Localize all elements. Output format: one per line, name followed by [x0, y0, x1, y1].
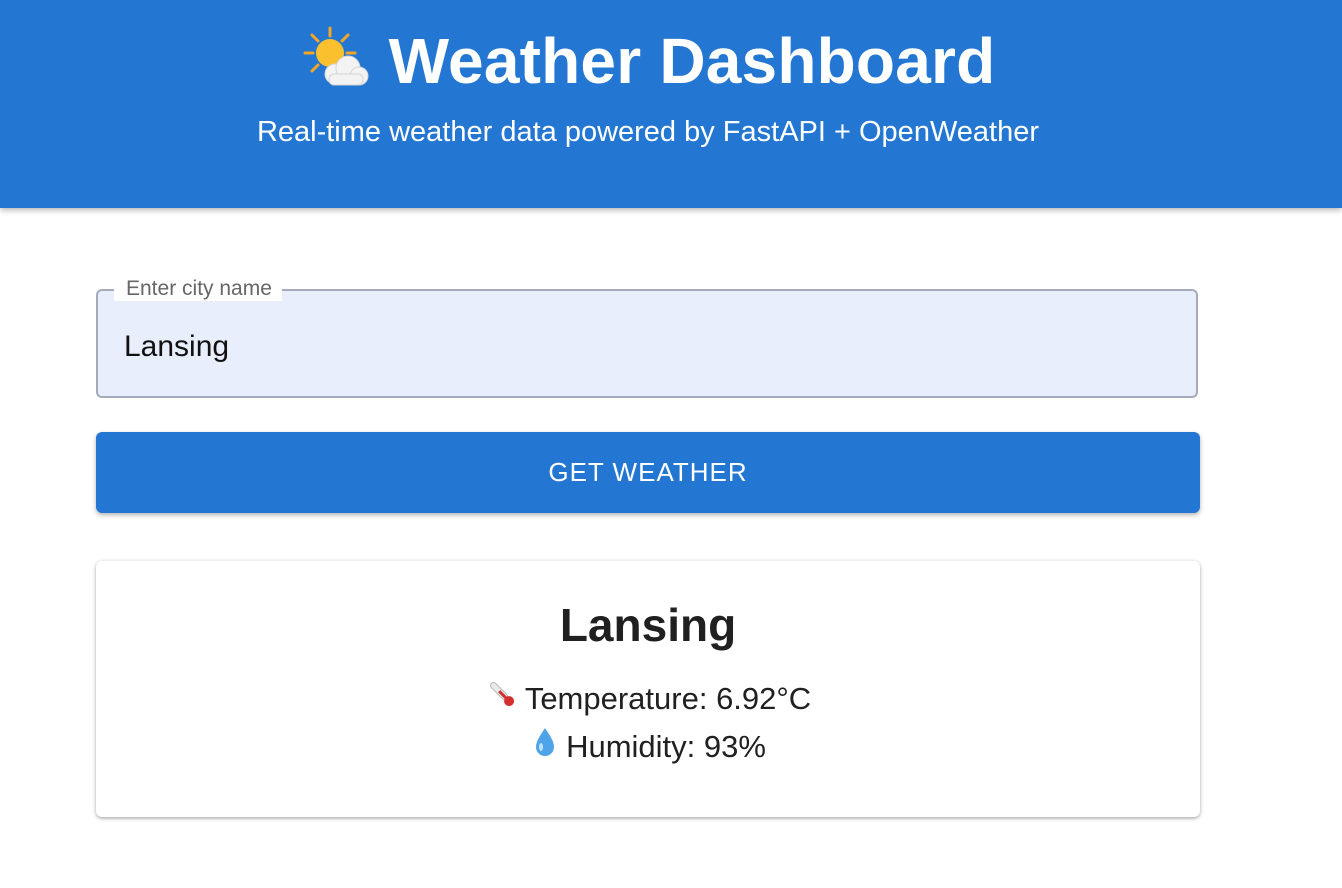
page-title: Weather Dashboard: [388, 25, 996, 97]
city-field[interactable]: Enter city name: [96, 277, 1198, 398]
weather-result-card: Lansing Temperature: 6.92°C Humidity: 93…: [96, 561, 1200, 817]
temperature-text: Temperature: 6.92°C: [524, 681, 812, 716]
thermometer-icon: [485, 677, 519, 721]
humidity-row: Humidity: 93%: [96, 725, 1200, 769]
result-city-name: Lansing: [559, 599, 737, 651]
humidity-text: Humidity: 93%: [566, 729, 766, 764]
get-weather-button[interactable]: GET WEATHER: [96, 432, 1200, 513]
city-field-label: Enter city name: [114, 277, 282, 301]
droplet-icon: [530, 725, 560, 769]
city-input[interactable]: [124, 327, 1164, 367]
app-header: Weather Dashboard Real-time weather data…: [0, 0, 1342, 208]
page-subtitle: Real-time weather data powered by FastAP…: [256, 116, 1040, 148]
title-row: Weather Dashboard: [0, 26, 1296, 96]
temperature-row: Temperature: 6.92°C: [96, 677, 1200, 721]
sun-behind-cloud-icon: [301, 24, 371, 99]
